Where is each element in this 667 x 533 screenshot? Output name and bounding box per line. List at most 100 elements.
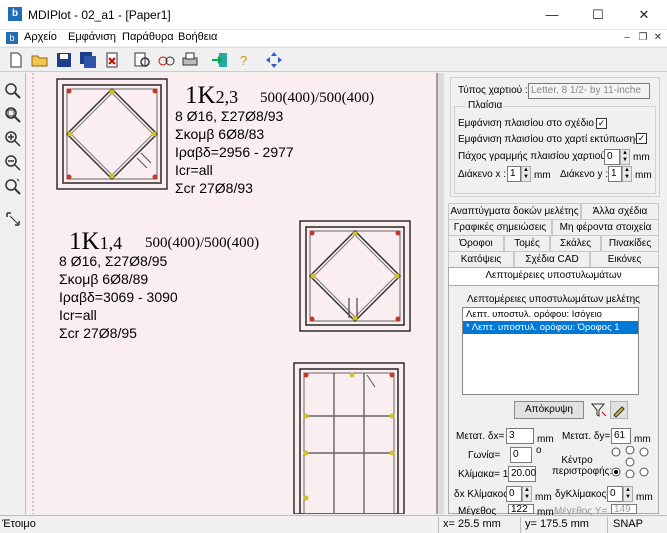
filter-icon[interactable] bbox=[590, 401, 608, 419]
column-details-list[interactable]: Λεπτ. υποστυλ. ορόφου: Ισόγειο * Λεπτ. υ… bbox=[462, 307, 639, 395]
menu-view[interactable]: Εμφάνιση bbox=[68, 31, 116, 43]
spacing-y-spinner[interactable]: ▲ ▼ bbox=[622, 166, 632, 182]
angle-input[interactable]: 0 bbox=[510, 447, 532, 463]
window-title: MDIPlot - 02_a1 - [Paper1] bbox=[28, 8, 171, 22]
zoom-window-icon[interactable] bbox=[3, 81, 23, 101]
column-section-1 bbox=[56, 78, 168, 190]
print-icon[interactable] bbox=[180, 50, 200, 70]
zoom-all-icon[interactable] bbox=[3, 105, 23, 125]
dy-scale-spinner[interactable]: ▲ ▼ bbox=[623, 486, 633, 502]
title-bar: b MDIPlot - 02_a1 - [Paper1] — ☐ ✕ bbox=[0, 0, 667, 30]
tab-sections[interactable]: Τομές bbox=[504, 235, 550, 251]
new-file-icon[interactable] bbox=[6, 50, 26, 70]
spacing-y-unit: mm bbox=[635, 170, 652, 181]
toolbar: ? bbox=[0, 47, 667, 72]
status-ready: Έτοιμο bbox=[2, 518, 36, 530]
line-thickness-input[interactable]: 0 bbox=[604, 149, 620, 165]
maximize-button[interactable]: ☐ bbox=[575, 0, 621, 30]
spacing-x-input[interactable]: 1 bbox=[507, 166, 521, 182]
mdi-child-icon[interactable]: b bbox=[6, 32, 18, 44]
column-1-scr: Σcr 27Ø8/93 bbox=[175, 180, 253, 196]
mdi-restore-icon[interactable]: ❐ bbox=[636, 31, 650, 45]
pan-icon[interactable] bbox=[264, 50, 284, 70]
column-2-node-stirrups: Σκομβ 6Ø8/89 bbox=[59, 271, 149, 287]
size-y-input[interactable]: 149 bbox=[611, 504, 637, 515]
zoom-realtime-icon[interactable] bbox=[3, 177, 23, 197]
angle-unit: o bbox=[536, 445, 542, 456]
tab-stairs[interactable]: Σκάλες bbox=[550, 235, 601, 251]
list-item-selected[interactable]: * Λεπτ. υποστυλ. ορόφου: Όροφος 1 bbox=[463, 321, 638, 334]
menu-file[interactable]: Αρχείο bbox=[24, 31, 57, 43]
column-section-2 bbox=[299, 220, 411, 332]
move-dy-label: Μετατ. δy= bbox=[562, 431, 611, 442]
menu-bar: b Αρχείο Εμφάνιση Παράθυρα Βοήθεια bbox=[0, 30, 667, 46]
size-input[interactable]: 122 bbox=[508, 504, 534, 515]
tab-cad-drawings[interactable]: Σχέδια CAD bbox=[514, 251, 590, 267]
mdi-close-icon[interactable]: ✕ bbox=[651, 31, 665, 45]
save-all-icon[interactable] bbox=[78, 50, 98, 70]
show-frame-drawing-checkbox[interactable]: ✓ bbox=[596, 118, 607, 129]
zoom-out-icon[interactable] bbox=[3, 153, 23, 173]
show-frame-drawing-label: Εμφάνιση πλαισίου στο σχέδιο : bbox=[458, 118, 600, 129]
tab-column-details[interactable]: Λεπτομέρειες υποστυλωμάτων bbox=[448, 267, 659, 285]
paper-type-select[interactable]: Letter, 8 1/2- by 11-inche bbox=[528, 83, 650, 99]
save-icon[interactable] bbox=[54, 50, 74, 70]
open-folder-icon[interactable] bbox=[30, 50, 50, 70]
details-group-title: Λεπτομέρειες υποστυλωμάτων μελέτης bbox=[466, 294, 641, 305]
line-thickness-unit: mm bbox=[633, 152, 650, 163]
status-separator bbox=[438, 517, 439, 533]
menu-windows[interactable]: Παράθυρα bbox=[122, 31, 174, 43]
hide-button[interactable]: Απόκρυψη bbox=[514, 401, 584, 419]
close-button[interactable]: ✕ bbox=[621, 0, 667, 30]
spacing-y-input[interactable]: 1 bbox=[608, 166, 622, 182]
rotation-center-radios[interactable] bbox=[610, 446, 650, 478]
spacing-x-spinner[interactable]: ▲ ▼ bbox=[521, 166, 531, 182]
status-y-coord: y= 175.5 mm bbox=[525, 518, 589, 530]
dx-scale-spinner[interactable]: ▲ ▼ bbox=[522, 486, 532, 502]
status-snap[interactable]: SNAP bbox=[613, 518, 643, 530]
tab-other-drawings[interactable]: Άλλα σχέδια bbox=[581, 203, 659, 219]
column-1-rebar: 8 Ø16, Σ27Ø8/93 bbox=[175, 108, 284, 124]
column-2-scr: Σcr 27Ø8/95 bbox=[59, 325, 137, 341]
tab-non-bearing-elements[interactable]: Μη φέροντα στοιχεία bbox=[552, 219, 659, 235]
tab-graphic-notes[interactable]: Γραφικές σημειώσεις bbox=[448, 219, 552, 235]
line-thickness-label: Πάχος γραμμής πλαισίου χαρτιού : bbox=[458, 151, 612, 162]
line-thickness-spinner[interactable]: ▲ ▼ bbox=[620, 149, 630, 165]
tab-images[interactable]: Εικόνες bbox=[590, 251, 659, 267]
dy-scale-input[interactable]: 0 bbox=[607, 486, 623, 502]
help-icon[interactable]: ? bbox=[234, 50, 254, 70]
rotation-center-label: Κέντρο περιστροφής: bbox=[552, 455, 613, 477]
tab-title-blocks[interactable]: Πινακίδες bbox=[601, 235, 659, 251]
show-frame-print-label: Εμφάνιση πλαισίου στο χαρτί εκτύπωσης : bbox=[458, 134, 646, 145]
app-icon: b bbox=[8, 7, 22, 21]
scale-label: Κλίμακα= 1: bbox=[458, 469, 512, 480]
column-1-bar-length: Ιραβδ=2956 - 2977 bbox=[175, 144, 294, 160]
dy-scale-unit: mm bbox=[636, 492, 653, 503]
move-dx-label: Μετατ. δx= bbox=[456, 431, 505, 442]
list-item[interactable]: Λεπτ. υποστυλ. ορόφου: Ισόγειο bbox=[463, 308, 638, 321]
zoom-in-icon[interactable] bbox=[3, 129, 23, 149]
tab-plans[interactable]: Κατόψεις bbox=[448, 251, 514, 267]
minimize-button[interactable]: — bbox=[529, 0, 575, 30]
dx-scale-input[interactable]: 0 bbox=[506, 486, 522, 502]
move-dx-input[interactable]: 3 bbox=[506, 428, 534, 444]
select-move-icon[interactable] bbox=[3, 209, 23, 229]
scale-input[interactable]: 20.00 bbox=[508, 466, 536, 482]
drawing-canvas[interactable]: 1K2,3 500(400)/500(400) 8 Ø16, Σ27Ø8/93 … bbox=[27, 73, 438, 514]
page-setup-icon[interactable] bbox=[156, 50, 176, 70]
dy-scale-label: δyΚλίμακος= bbox=[555, 489, 613, 500]
tab-floors[interactable]: Όροφοι bbox=[448, 235, 504, 251]
mdi-minimize-icon[interactable]: – bbox=[620, 31, 634, 45]
tab-beam-developments[interactable]: Αναπτύγματα δοκών μελέτης bbox=[448, 203, 581, 219]
angle-label: Γωνία= bbox=[468, 450, 501, 461]
dx-scale-unit: mm bbox=[535, 492, 552, 503]
spacing-y-label: Διάκενο y : bbox=[560, 169, 609, 180]
pick-edit-icon[interactable] bbox=[610, 401, 628, 419]
close-file-icon[interactable] bbox=[102, 50, 122, 70]
show-frame-print-checkbox[interactable]: ✓ bbox=[636, 133, 647, 144]
zoom-toolbar bbox=[0, 73, 26, 514]
move-dy-input[interactable]: 61 bbox=[611, 428, 631, 444]
menu-help[interactable]: Βοήθεια bbox=[178, 31, 217, 43]
print-preview-icon[interactable] bbox=[132, 50, 152, 70]
exit-icon[interactable] bbox=[210, 50, 230, 70]
